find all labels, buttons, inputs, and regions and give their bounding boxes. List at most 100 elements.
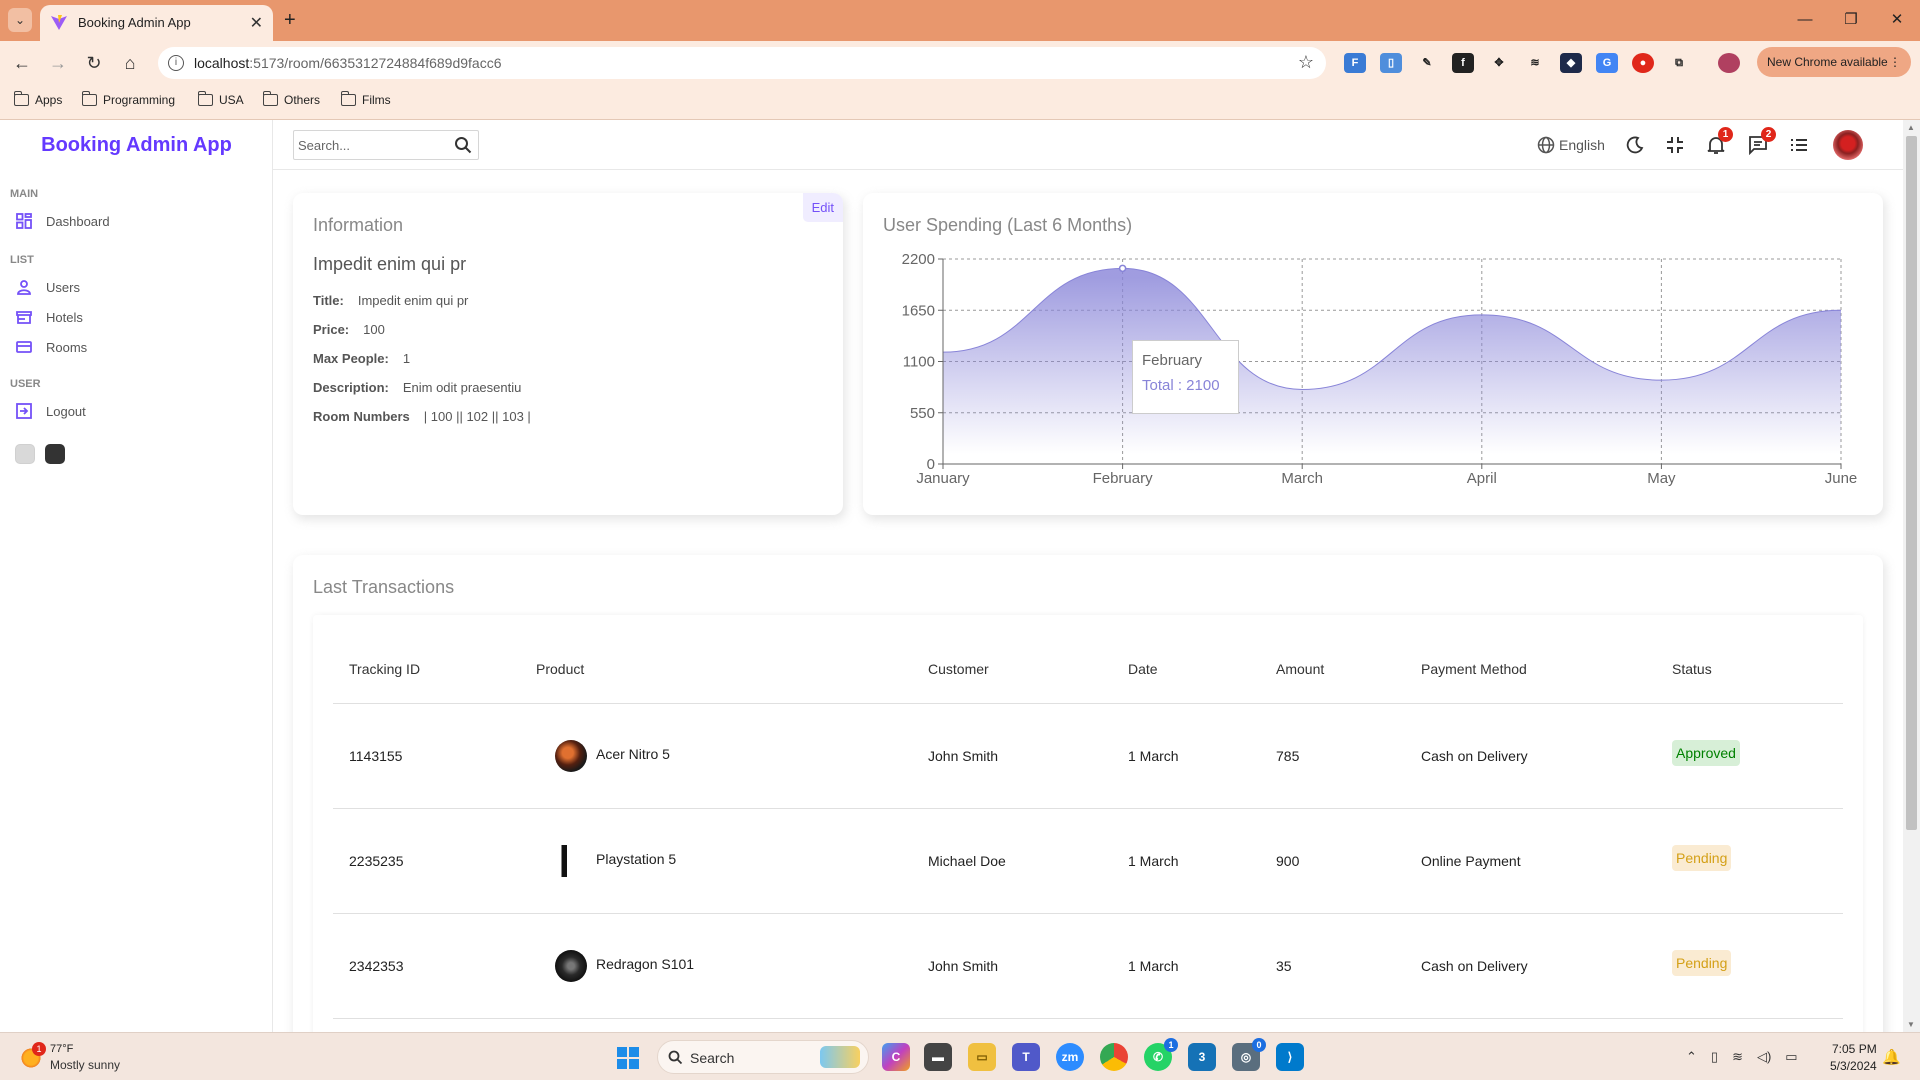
- minimize-button[interactable]: —: [1782, 0, 1828, 41]
- scroll-down-icon[interactable]: ▼: [1907, 1020, 1915, 1029]
- forward-arrow-icon[interactable]: →: [46, 51, 70, 75]
- dark-theme-swatch[interactable]: [45, 444, 65, 464]
- bookmark-apps[interactable]: Apps: [13, 91, 62, 107]
- information-card: Edit Information Impedit enim qui pr Tit…: [293, 193, 843, 515]
- file-explorer-icon[interactable]: ▭: [968, 1043, 996, 1071]
- active-tab[interactable]: Booking Admin App ✕: [40, 5, 273, 41]
- chevron-up-icon[interactable]: ⌃: [1686, 1049, 1697, 1065]
- weather-description[interactable]: Mostly sunny: [50, 1058, 120, 1072]
- terminal-icon[interactable]: ▬: [924, 1043, 952, 1071]
- payment-method: Cash on Delivery: [1421, 748, 1528, 764]
- volume-icon[interactable]: ◁): [1757, 1049, 1771, 1065]
- bookmark-usa[interactable]: USA: [197, 91, 244, 107]
- tracking-id: 2235235: [349, 853, 404, 869]
- column-header: Date: [1128, 661, 1158, 677]
- reload-icon[interactable]: ↻: [82, 51, 106, 75]
- taskbar-search-label: Search: [690, 1050, 735, 1066]
- site-info-icon[interactable]: i: [168, 55, 184, 71]
- avatar[interactable]: [1833, 130, 1863, 160]
- home-icon[interactable]: ⌂: [118, 51, 142, 75]
- battery-icon[interactable]: ▭: [1785, 1049, 1797, 1065]
- copilot-icon[interactable]: C: [882, 1043, 910, 1071]
- zoom-icon[interactable]: zm: [1056, 1043, 1084, 1071]
- tab-close-icon[interactable]: ✕: [250, 13, 263, 33]
- tab-search-button[interactable]: ⌄: [8, 8, 32, 32]
- list-icon: [1791, 139, 1807, 151]
- translate-icon[interactable]: G: [1596, 53, 1618, 73]
- sidebar-item-label: Logout: [46, 403, 86, 419]
- wifi-icon[interactable]: ≋: [1732, 1049, 1743, 1065]
- scroll-up-icon[interactable]: ▲: [1907, 123, 1915, 132]
- url-text[interactable]: localhost:5173/room/6635312724884f689d9f…: [194, 55, 501, 71]
- notification-bell-icon[interactable]: 🔔: [1882, 1048, 1901, 1066]
- sidebar-item-rooms[interactable]: Rooms: [16, 335, 87, 359]
- detail-max-people: Max People: 1: [313, 351, 411, 366]
- extension-icon[interactable]: F: [1344, 53, 1366, 73]
- folder-icon: [262, 91, 278, 106]
- extension-icon[interactable]: ▯: [1380, 53, 1402, 73]
- product-name: Playstation 5: [596, 851, 677, 867]
- kebab-menu-icon[interactable]: ⋮: [1889, 47, 1901, 77]
- clock-date[interactable]: 5/3/2024: [1830, 1059, 1877, 1073]
- close-window-button[interactable]: ✕: [1874, 0, 1920, 41]
- extension-icon[interactable]: ●: [1632, 53, 1654, 73]
- restore-button[interactable]: ❐: [1828, 0, 1874, 41]
- extension-icon[interactable]: ≋: [1524, 53, 1546, 73]
- vscode-icon[interactable]: ⟩: [1276, 1043, 1304, 1071]
- address-bar[interactable]: i localhost:5173/room/6635312724884f689d…: [158, 47, 1326, 79]
- clock-time[interactable]: 7:05 PM: [1832, 1042, 1877, 1056]
- puzzle-icon[interactable]: ⧉: [1668, 53, 1690, 73]
- language-selector[interactable]: English: [1537, 133, 1605, 157]
- bookmark-star-icon[interactable]: ☆: [1298, 52, 1314, 73]
- fullscreen-exit-button[interactable]: [1666, 133, 1684, 157]
- status-badge: Pending: [1672, 845, 1732, 871]
- light-theme-swatch[interactable]: [15, 444, 35, 464]
- extension-icon[interactable]: f: [1452, 53, 1474, 73]
- battery-saver-icon[interactable]: ▯: [1711, 1049, 1718, 1065]
- bookmarks-bar: Apps Programming USA Others Films: [0, 84, 1920, 120]
- list-menu-button[interactable]: [1790, 133, 1808, 157]
- extension-icon[interactable]: ◆: [1560, 53, 1582, 73]
- x-tick-label: May: [1647, 470, 1676, 487]
- table-row[interactable]: 1143155 Acer Nitro 5 John Smith 1 March …: [333, 703, 1843, 808]
- weather-temperature[interactable]: 77°F: [50, 1043, 73, 1055]
- windows-start-icon[interactable]: [617, 1047, 639, 1069]
- whatsapp-icon[interactable]: ✆ 1: [1144, 1038, 1178, 1071]
- scrollbar-thumb[interactable]: [1906, 136, 1917, 830]
- bookmark-programming[interactable]: Programming: [81, 91, 175, 107]
- page-scrollbar[interactable]: ▲ ▼: [1903, 120, 1920, 1032]
- sidebar-item-dashboard[interactable]: Dashboard: [16, 209, 110, 233]
- messages-button[interactable]: 2: [1748, 127, 1776, 157]
- sidebar-item-users[interactable]: Users: [16, 275, 80, 299]
- x-tick-label: February: [1093, 470, 1154, 487]
- status-badge: Approved: [1672, 740, 1740, 766]
- app-icon[interactable]: ◎ 0: [1232, 1038, 1266, 1071]
- teams-icon[interactable]: T: [1012, 1043, 1040, 1071]
- css-editor-icon[interactable]: 3: [1188, 1043, 1216, 1071]
- search-input[interactable]: [298, 135, 448, 155]
- search-icon[interactable]: [454, 136, 472, 154]
- dark-mode-toggle[interactable]: [1625, 133, 1645, 157]
- edit-button[interactable]: Edit: [802, 193, 843, 222]
- chrome-icon[interactable]: [1100, 1043, 1128, 1071]
- store-icon: [16, 311, 32, 324]
- bookmark-others[interactable]: Others: [262, 91, 320, 107]
- sidebar-item-logout[interactable]: Logout: [16, 399, 86, 423]
- back-arrow-icon[interactable]: ←: [10, 51, 34, 75]
- active-point[interactable]: [1118, 264, 1127, 273]
- table-row[interactable]: 2235235 Playstation 5 Michael Doe 1 Marc…: [333, 808, 1843, 913]
- sidebar-item-hotels[interactable]: Hotels: [16, 305, 83, 329]
- move-icon[interactable]: ✥: [1488, 53, 1510, 73]
- new-chrome-available-button[interactable]: New Chrome available ⋮: [1757, 47, 1911, 77]
- table-row[interactable]: [333, 1018, 1843, 1032]
- notifications-button[interactable]: 1: [1707, 127, 1733, 157]
- column-header: Amount: [1276, 661, 1325, 677]
- table-row[interactable]: 2342353 Redragon S101 John Smith 1 March…: [333, 913, 1843, 1018]
- customer-name: John Smith: [928, 958, 999, 974]
- taskbar-search[interactable]: Search: [657, 1040, 869, 1074]
- new-tab-button[interactable]: +: [284, 9, 296, 32]
- eyedropper-icon[interactable]: ✎: [1416, 53, 1438, 73]
- app-logo[interactable]: Booking Admin App: [0, 120, 273, 170]
- profile-icon[interactable]: [1718, 53, 1740, 73]
- bookmark-films[interactable]: Films: [340, 91, 391, 107]
